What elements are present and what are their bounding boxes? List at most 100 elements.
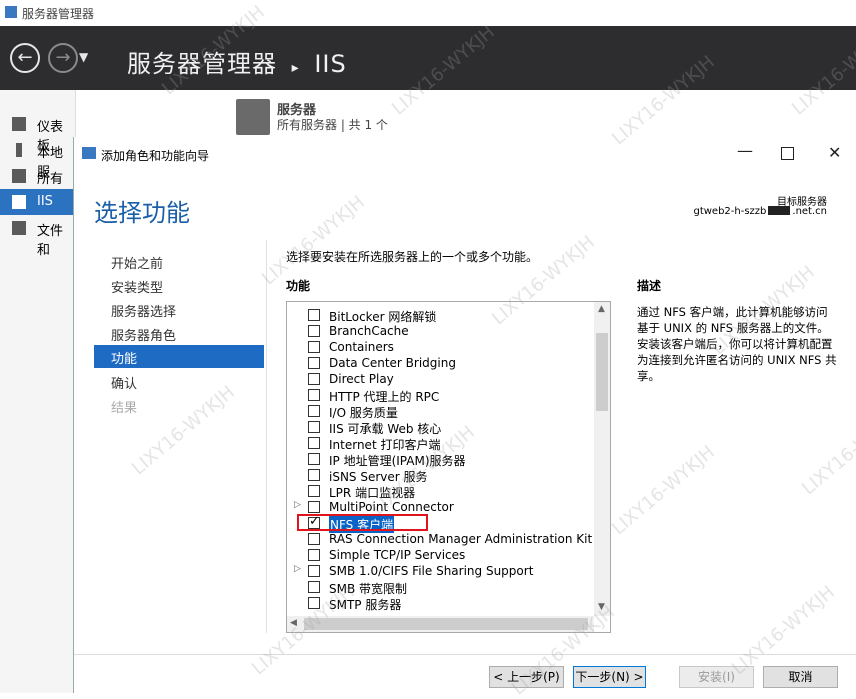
feature-row[interactable]: I/O 服务质量 [287, 404, 592, 420]
feature-checkbox[interactable] [308, 597, 320, 609]
feature-checkbox[interactable] [308, 453, 320, 465]
sidebar-item-all-servers[interactable]: 所有服 [0, 163, 75, 206]
feature-checkbox[interactable] [308, 565, 320, 577]
feature-checkbox[interactable] [308, 533, 320, 545]
back-arrow-icon[interactable]: ← [10, 43, 40, 73]
description-text: 通过 NFS 客户端，此计算机能够访问基于 UNIX 的 NFS 服务器上的文件… [637, 305, 837, 383]
sidebar-item-dashboard[interactable]: 仪表板 [0, 111, 75, 154]
feature-checkbox[interactable] [308, 325, 320, 337]
step-confirmation[interactable]: 确认 [111, 373, 137, 392]
window-title: 服务器管理器 [22, 7, 95, 21]
divider [266, 240, 267, 633]
feature-name: RAS Connection Manager Administration Ki… [329, 532, 610, 546]
footer-divider [74, 654, 856, 655]
expand-arrow-icon[interactable]: ▷ [294, 564, 301, 574]
sidebar-item-label: 文件和 [37, 224, 64, 258]
feature-row[interactable]: SMTP 服务器 [287, 596, 592, 612]
feature-row[interactable]: IIS 可承载 Web 核心 [287, 420, 592, 436]
feature-checkbox[interactable] [308, 501, 320, 513]
feature-checkbox[interactable] [308, 341, 320, 353]
target-server-prefix: gtweb2-h-szzb [693, 206, 767, 217]
cancel-button[interactable]: 取消 [763, 666, 838, 688]
feature-checkbox[interactable] [308, 373, 320, 385]
step-server-roles[interactable]: 服务器角色 [111, 325, 176, 344]
maximize-icon[interactable] [781, 147, 794, 160]
feature-row[interactable]: HTTP 代理上的 RPC [287, 388, 592, 404]
feature-checkbox[interactable] [308, 485, 320, 497]
feature-row[interactable]: LPR 端口监视器 [287, 484, 592, 500]
server-manager-sidebar: 仪表板 本地服 所有服 IIS 文件和 [0, 90, 76, 693]
feature-row[interactable]: Containers [287, 340, 592, 356]
feature-row[interactable]: RAS Connection Manager Administration Ki… [287, 532, 609, 548]
feature-row[interactable]: Simple TCP/IP Services [287, 548, 592, 564]
features-heading: 功能 [286, 279, 311, 293]
step-server-selection[interactable]: 服务器选择 [111, 301, 176, 320]
step-installation-type[interactable]: 安装类型 [111, 277, 163, 296]
feature-name: Simple TCP/IP Services [329, 548, 466, 562]
breadcrumb-current: IIS [314, 50, 347, 78]
step-before-you-begin[interactable]: 开始之前 [111, 253, 163, 272]
sidebar-item-label: IIS [37, 194, 53, 209]
step-features-label: 功能 [111, 352, 138, 367]
close-icon[interactable]: ✕ [828, 143, 841, 162]
iis-icon [12, 195, 26, 209]
dashboard-icon [12, 117, 26, 131]
description-heading: 描述 [637, 279, 662, 293]
feature-row[interactable]: iSNS Server 服务 [287, 468, 592, 484]
feature-checkbox[interactable] [308, 549, 320, 561]
scroll-up-icon[interactable]: ▲ [598, 304, 605, 314]
annotation-highlight-box [297, 514, 428, 531]
target-server-name: gtweb2-h-szzb .net.cn [690, 206, 827, 217]
feature-row[interactable]: BranchCache [287, 324, 592, 340]
horizontal-scrollbar-thumb[interactable] [304, 618, 588, 630]
sidebar-item-iis[interactable]: IIS [0, 189, 75, 215]
feature-row[interactable]: IP 地址管理(IPAM)服务器 [287, 452, 592, 468]
feature-checkbox[interactable] [308, 437, 320, 449]
sidebar-item-local-server[interactable]: 本地服 [0, 137, 75, 180]
feature-name: Direct Play [329, 372, 394, 386]
expand-arrow-icon[interactable]: ▷ [294, 500, 301, 510]
feature-name: IP 地址管理(IPAM)服务器 [329, 454, 466, 468]
feature-name: SMB 带宽限制 [329, 582, 408, 596]
scroll-down-icon[interactable]: ▼ [598, 602, 605, 612]
feature-name: BitLocker 网络解锁 [329, 310, 437, 324]
feature-checkbox[interactable] [308, 581, 320, 593]
forward-arrow-icon[interactable]: → [48, 43, 78, 73]
server-manager-app-icon [5, 6, 17, 18]
feature-row[interactable]: Data Center Bridging [287, 356, 592, 372]
feature-name: Internet 打印客户端 [329, 438, 441, 452]
feature-row[interactable]: ▷ SMB 1.0/CIFS File Sharing Support [287, 564, 592, 580]
feature-row[interactable]: BitLocker 网络解锁 [287, 308, 592, 324]
target-server-suffix: .net.cn [792, 206, 827, 217]
feature-name: SMTP 服务器 [329, 598, 402, 612]
previous-button[interactable]: < 上一步(P) [489, 666, 564, 688]
feature-name: SMB 1.0/CIFS File Sharing Support [329, 564, 534, 578]
feature-checkbox[interactable] [308, 309, 320, 321]
install-button: 安装(I) [679, 666, 754, 688]
next-button[interactable]: 下一步(N) > [573, 666, 646, 688]
server-icon [236, 99, 270, 135]
step-features[interactable]: 功能 [94, 345, 264, 368]
feature-checkbox[interactable] [308, 405, 320, 417]
vertical-scrollbar-thumb[interactable] [596, 333, 608, 411]
wizard-app-icon [82, 147, 96, 159]
scroll-left-icon[interactable]: ◀ [290, 618, 297, 628]
feature-row[interactable]: SMB 带宽限制 [287, 580, 592, 596]
feature-name: MultiPoint Connector [329, 500, 454, 514]
feature-checkbox[interactable] [308, 389, 320, 401]
sidebar-item-file-services[interactable]: 文件和 [0, 215, 75, 258]
feature-name: iSNS Server 服务 [329, 470, 428, 484]
feature-row[interactable]: Direct Play [287, 372, 592, 388]
feature-row[interactable]: Internet 打印客户端 [287, 436, 592, 452]
minimize-icon[interactable]: — [737, 141, 753, 160]
step-results: 结果 [111, 401, 138, 416]
redacted-block [768, 206, 791, 215]
features-list[interactable]: BitLocker 网络解锁 BranchCache Containers Data … [286, 301, 611, 633]
chevron-down-icon[interactable]: ▼ [79, 50, 88, 64]
feature-checkbox[interactable] [308, 421, 320, 433]
feature-name: I/O 服务质量 [329, 406, 398, 420]
breadcrumb-root[interactable]: 服务器管理器 [127, 50, 277, 78]
wizard-title: 添加角色和功能向导 [101, 149, 210, 163]
feature-checkbox[interactable] [308, 357, 320, 369]
feature-checkbox[interactable] [308, 469, 320, 481]
